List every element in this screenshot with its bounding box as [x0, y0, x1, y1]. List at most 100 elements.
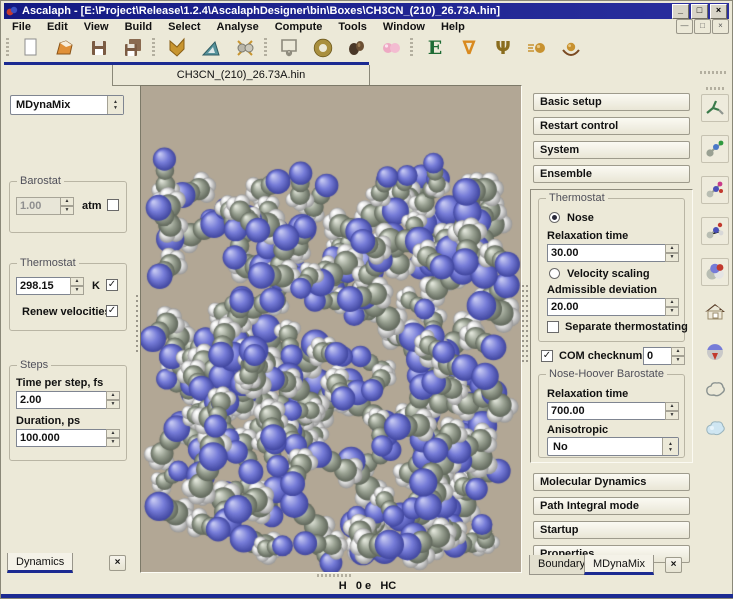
separate-thermostating-checkbox[interactable]	[547, 321, 559, 333]
barostat-unit-checkbox[interactable]	[107, 199, 119, 211]
dipole-view-icon[interactable]	[702, 338, 728, 364]
nabla-icon[interactable]: ∇	[452, 35, 486, 61]
spin-down-icon[interactable]	[106, 400, 120, 409]
spin-down-icon[interactable]	[106, 438, 120, 447]
engine-select[interactable]: MDynaMix	[10, 95, 124, 115]
open-file-icon[interactable]	[48, 35, 82, 61]
status-grip[interactable]	[317, 574, 351, 577]
barostat-pressure-spinbox[interactable]: 1.00	[16, 197, 74, 215]
orbitals-icon[interactable]	[374, 35, 408, 61]
relaxation-time-spinbox[interactable]: 30.00	[547, 244, 679, 262]
save-icon[interactable]	[82, 35, 116, 61]
spin-down-icon[interactable]	[60, 206, 74, 215]
ballstick-labels-icon[interactable]	[701, 176, 729, 204]
spin-down-icon[interactable]	[665, 253, 679, 262]
strip-grip[interactable]	[700, 71, 726, 74]
path-integral-button[interactable]: Path Integral mode	[533, 497, 690, 515]
tab-dynamics[interactable]: Dynamics	[7, 553, 73, 573]
spacefill-model-icon[interactable]	[701, 258, 729, 286]
menu-select[interactable]: Select	[160, 21, 208, 33]
mdi-close-icon[interactable]: ×	[712, 19, 729, 34]
basic-setup-button[interactable]: Basic setup	[533, 93, 690, 111]
surface-solid-icon[interactable]	[702, 416, 728, 442]
nose-radio[interactable]	[549, 212, 560, 223]
temperature-spinbox[interactable]: 298.15	[16, 277, 84, 295]
spin-down-icon[interactable]	[665, 307, 679, 316]
ensemble-button[interactable]: Ensemble	[533, 165, 690, 183]
box-icon[interactable]	[272, 35, 306, 61]
spin-up-icon[interactable]	[665, 298, 679, 307]
system-button[interactable]: System	[533, 141, 690, 159]
tab-mdynamix[interactable]: MDynaMix	[584, 555, 654, 575]
restart-control-button[interactable]: Restart control	[533, 117, 690, 135]
ballstick-model-icon[interactable]	[701, 135, 729, 163]
spin-up-icon[interactable]	[70, 277, 84, 286]
ballstick-alt-icon[interactable]	[701, 217, 729, 245]
combo-spinner-icon[interactable]	[662, 438, 678, 455]
panel-close-icon[interactable]	[109, 555, 126, 571]
surface-wire-icon[interactable]	[702, 377, 728, 403]
startup-button[interactable]: Startup	[533, 521, 690, 539]
renew-velocities-checkbox[interactable]	[106, 305, 118, 317]
spin-up-icon[interactable]	[106, 429, 120, 438]
anisotropic-select[interactable]: No	[547, 437, 679, 456]
wireframe-model-icon[interactable]	[701, 94, 729, 122]
energy-icon[interactable]: E	[418, 35, 452, 61]
document-tab[interactable]: CH3CN_(210)_26.73A.hin	[112, 65, 370, 86]
spin-up-icon[interactable]	[665, 244, 679, 253]
spin-up-icon[interactable]	[665, 402, 679, 411]
menu-window[interactable]: Window	[375, 21, 433, 33]
close-icon[interactable]: ×	[710, 4, 727, 19]
velocity-scaling-radio[interactable]	[549, 268, 560, 279]
molecule-viewport[interactable]	[140, 85, 522, 573]
toolbar-grip[interactable]	[152, 38, 155, 58]
menu-compute[interactable]: Compute	[267, 21, 331, 33]
spin-up-icon[interactable]	[60, 197, 74, 206]
menu-analyse[interactable]: Analyse	[209, 21, 267, 33]
menu-help[interactable]: Help	[433, 21, 473, 33]
spin-down-icon[interactable]	[665, 411, 679, 420]
psi-icon[interactable]: Ψ	[486, 35, 520, 61]
measure-icon[interactable]	[194, 35, 228, 61]
toolbar-grip[interactable]	[706, 87, 724, 90]
right-splitter[interactable]	[522, 85, 529, 573]
save-all-icon[interactable]	[116, 35, 150, 61]
com-check-checkbox[interactable]	[541, 350, 553, 362]
time-per-step-spinbox[interactable]: 2.00	[16, 391, 120, 409]
toolbar-grip[interactable]	[264, 38, 267, 58]
temperature-unit-checkbox[interactable]	[106, 279, 118, 291]
toolbar-grip[interactable]	[410, 38, 413, 58]
settings-icon[interactable]	[228, 35, 262, 61]
panel-close-icon[interactable]	[665, 557, 682, 573]
maximize-icon[interactable]: □	[691, 4, 708, 19]
molecule-render[interactable]	[141, 86, 521, 572]
minimize-icon[interactable]: _	[672, 4, 689, 19]
document-tab-strip: CH3CN_(210)_26.73A.hin	[1, 61, 733, 85]
title-bar: Ascalaph - [E:\Project\Release\1.2.4\Asc…	[4, 3, 729, 19]
barostate-relaxation-spinbox[interactable]: 700.00	[547, 402, 679, 420]
admissible-deviation-spinbox[interactable]: 20.00	[547, 298, 679, 316]
duration-spinbox[interactable]: 100.000	[16, 429, 120, 447]
optimize-icon[interactable]	[554, 35, 588, 61]
mdi-minimize-icon[interactable]: —	[676, 19, 693, 34]
menu-file[interactable]: File	[4, 21, 39, 33]
molecular-dynamics-button[interactable]: Molecular Dynamics	[533, 473, 690, 491]
spin-up-icon[interactable]	[671, 347, 685, 356]
new-document-icon[interactable]	[14, 35, 48, 61]
menu-view[interactable]: View	[76, 21, 117, 33]
menu-tools[interactable]: Tools	[330, 21, 375, 33]
combo-spinner-icon[interactable]	[107, 96, 123, 114]
molecules-icon[interactable]	[340, 35, 374, 61]
menu-edit[interactable]: Edit	[39, 21, 76, 33]
torus-icon[interactable]	[306, 35, 340, 61]
spin-down-icon[interactable]	[70, 286, 84, 295]
menu-build[interactable]: Build	[117, 21, 161, 33]
home-view-icon[interactable]	[702, 299, 728, 325]
build-icon[interactable]	[160, 35, 194, 61]
spin-up-icon[interactable]	[106, 391, 120, 400]
dynamics-run-icon[interactable]	[520, 35, 554, 61]
mdi-restore-icon[interactable]: □	[694, 19, 711, 34]
spin-down-icon[interactable]	[671, 356, 685, 365]
toolbar-grip[interactable]	[6, 38, 9, 58]
num-spinbox[interactable]: 0	[643, 347, 685, 365]
